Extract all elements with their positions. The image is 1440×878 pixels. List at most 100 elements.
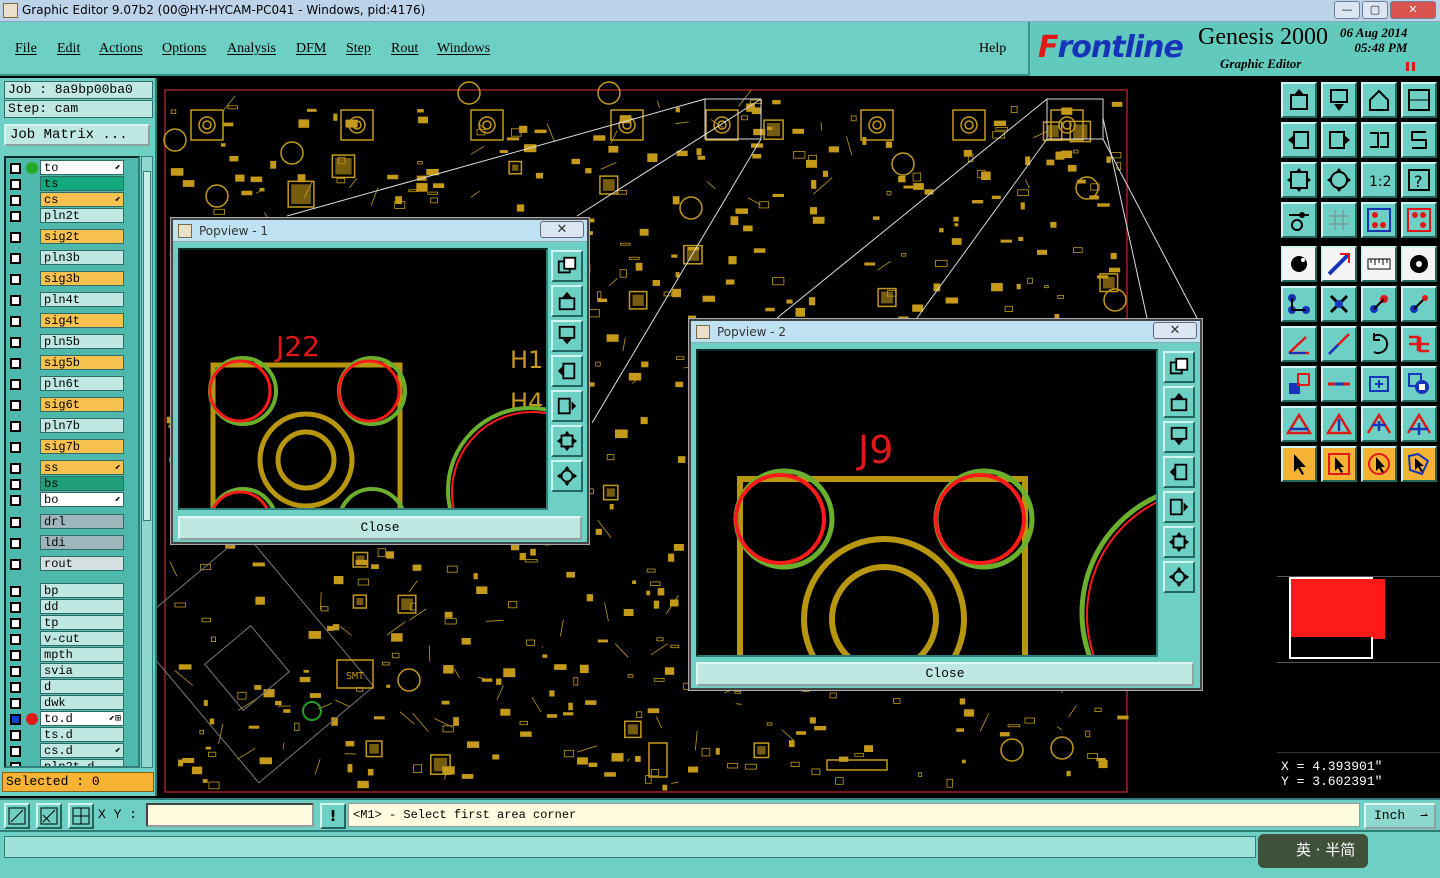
popview-1-close-button[interactable]: Close bbox=[178, 516, 582, 540]
rotate-icon[interactable] bbox=[1361, 326, 1397, 362]
zoom-top-icon[interactable] bbox=[1281, 82, 1317, 118]
layer-name[interactable]: dwk bbox=[40, 695, 124, 710]
layer-checkbox[interactable] bbox=[10, 602, 21, 613]
layer-checkbox[interactable] bbox=[10, 211, 21, 222]
layer-name[interactable]: sig3b bbox=[40, 271, 124, 286]
layer-name[interactable]: sig5b bbox=[40, 355, 124, 370]
layer-name[interactable]: v-cut bbox=[40, 631, 124, 646]
zoom-fit-icon[interactable] bbox=[1163, 526, 1195, 558]
layer-row-pln7b[interactable]: pln7b bbox=[6, 418, 138, 434]
layer-status-dot[interactable] bbox=[26, 713, 38, 725]
tri-2-icon[interactable] bbox=[1321, 406, 1357, 442]
layer-checkbox[interactable] bbox=[10, 682, 21, 693]
zoom-fit-icon[interactable] bbox=[551, 425, 583, 457]
layer-checkbox[interactable] bbox=[10, 179, 21, 190]
popview-1-close-x[interactable]: ✕ bbox=[540, 221, 584, 238]
layer-row-ts-d[interactable]: ts.d bbox=[6, 727, 138, 743]
layer-name[interactable]: ldi bbox=[40, 535, 124, 550]
layer-checkbox[interactable] bbox=[10, 463, 21, 474]
command-line[interactable] bbox=[4, 836, 1256, 858]
menu-rout[interactable]: Rout bbox=[391, 41, 418, 57]
layer-row-bo[interactable]: bo ⬋ bbox=[6, 492, 138, 508]
angle-icon[interactable] bbox=[1281, 326, 1317, 362]
measure-icon[interactable] bbox=[36, 803, 62, 829]
resize-icon[interactable] bbox=[1361, 366, 1397, 402]
settings-icon[interactable] bbox=[1281, 202, 1317, 238]
layer-checkbox[interactable] bbox=[10, 274, 21, 285]
mini-map[interactable] bbox=[1277, 488, 1440, 750]
layer-name[interactable]: sig7b bbox=[40, 439, 124, 454]
layer-name[interactable]: sig4t bbox=[40, 313, 124, 328]
red-layer-icon[interactable] bbox=[1361, 202, 1397, 238]
draw-line-icon[interactable] bbox=[1321, 246, 1357, 282]
layer-row-pln2t[interactable]: pln2t bbox=[6, 208, 138, 224]
layer-checkbox[interactable] bbox=[10, 650, 21, 661]
copy-icon[interactable] bbox=[1281, 366, 1317, 402]
menu-edit[interactable]: Edit bbox=[57, 41, 80, 57]
move-node-icon[interactable] bbox=[1361, 286, 1397, 322]
job-matrix-button[interactable]: Job Matrix ... bbox=[4, 124, 150, 146]
layer-checkbox[interactable] bbox=[10, 495, 21, 506]
pan-down-icon[interactable] bbox=[1163, 421, 1195, 453]
layer-checkbox[interactable] bbox=[10, 730, 21, 741]
layer-name[interactable]: pln4t bbox=[40, 292, 124, 307]
layer-checkbox[interactable] bbox=[10, 442, 21, 453]
close-window-button[interactable]: ✕ bbox=[1390, 1, 1436, 19]
layer-row-bp[interactable]: bp bbox=[6, 583, 138, 599]
layer-checkbox[interactable] bbox=[10, 400, 21, 411]
select-pad-icon[interactable] bbox=[1281, 246, 1317, 282]
add-node-icon[interactable] bbox=[1401, 286, 1437, 322]
layer-name[interactable]: mpth bbox=[40, 647, 124, 662]
layer-checkbox[interactable] bbox=[10, 337, 21, 348]
join-icon[interactable] bbox=[1401, 326, 1437, 362]
layer-name[interactable]: bo ⬋ bbox=[40, 492, 124, 507]
popview-2-close-x[interactable]: ✕ bbox=[1153, 322, 1197, 339]
layer-name[interactable]: pln2t bbox=[40, 208, 124, 223]
layer-row-pln2t-d[interactable]: pln2t.d bbox=[6, 759, 138, 766]
xy-input[interactable] bbox=[146, 803, 314, 827]
layer-checkbox[interactable] bbox=[10, 746, 21, 757]
pan-right-icon[interactable] bbox=[1321, 122, 1357, 158]
layer-checkbox[interactable] bbox=[10, 195, 21, 206]
layer-checkbox[interactable] bbox=[10, 316, 21, 327]
layer-row-cs-d[interactable]: cs.d ⬋ bbox=[6, 743, 138, 759]
layer-row-tp[interactable]: tp bbox=[6, 615, 138, 631]
layer-row-sig5b[interactable]: sig5b bbox=[6, 355, 138, 371]
layer-checkbox[interactable] bbox=[10, 232, 21, 243]
minimize-button[interactable]: — bbox=[1334, 1, 1360, 19]
connect-icon[interactable] bbox=[1281, 286, 1317, 322]
menu-analysis[interactable]: Analysis bbox=[227, 41, 276, 57]
menu-actions[interactable]: Actions bbox=[99, 41, 143, 57]
layer-row-drl[interactable]: drl bbox=[6, 514, 138, 530]
menu-windows[interactable]: Windows bbox=[437, 41, 490, 57]
tri-3-icon[interactable] bbox=[1361, 406, 1397, 442]
layer-name[interactable]: pln5b bbox=[40, 334, 124, 349]
menu-dfm[interactable]: DFM bbox=[296, 41, 326, 57]
layer-row-pln3b[interactable]: pln3b bbox=[6, 250, 138, 266]
layer-checkbox[interactable] bbox=[10, 379, 21, 390]
layer-name[interactable]: sig6t bbox=[40, 397, 124, 412]
slope-icon[interactable] bbox=[1321, 326, 1357, 362]
layer-checkbox[interactable] bbox=[10, 517, 21, 528]
graphic-canvas[interactable]: SMT Popview - 1 ✕ J22 H1 H4 Close Popvie… bbox=[157, 78, 1277, 796]
layer-checkbox[interactable] bbox=[10, 618, 21, 629]
layer-row-cs[interactable]: cs ⬋ bbox=[6, 192, 138, 208]
pan-right-icon[interactable] bbox=[1163, 491, 1195, 523]
layer-row-ts[interactable]: ts bbox=[6, 176, 138, 192]
zoom-bottom-icon[interactable] bbox=[1321, 82, 1357, 118]
layer-name[interactable]: cs.d ⬋ bbox=[40, 743, 124, 758]
group-icon[interactable] bbox=[1401, 366, 1437, 402]
layer-name[interactable]: ts.d bbox=[40, 727, 124, 742]
layer-checkbox[interactable] bbox=[10, 358, 21, 369]
pointer-icon[interactable] bbox=[1281, 446, 1317, 482]
layer-row-ldi[interactable]: ldi bbox=[6, 535, 138, 551]
unit-selector[interactable]: Inch ⇀ bbox=[1364, 803, 1436, 829]
ime-indicator[interactable]: 英 · 半简 bbox=[1258, 834, 1368, 868]
layer-checkbox[interactable] bbox=[10, 666, 21, 677]
pan-down-icon[interactable] bbox=[551, 320, 583, 352]
layer-row-v-cut[interactable]: v-cut bbox=[6, 631, 138, 647]
layer-row-rout[interactable]: rout bbox=[6, 556, 138, 572]
layer-checkbox[interactable] bbox=[10, 698, 21, 709]
popview-2-view[interactable]: J9 bbox=[696, 349, 1158, 657]
ruler-icon[interactable] bbox=[1361, 246, 1397, 282]
